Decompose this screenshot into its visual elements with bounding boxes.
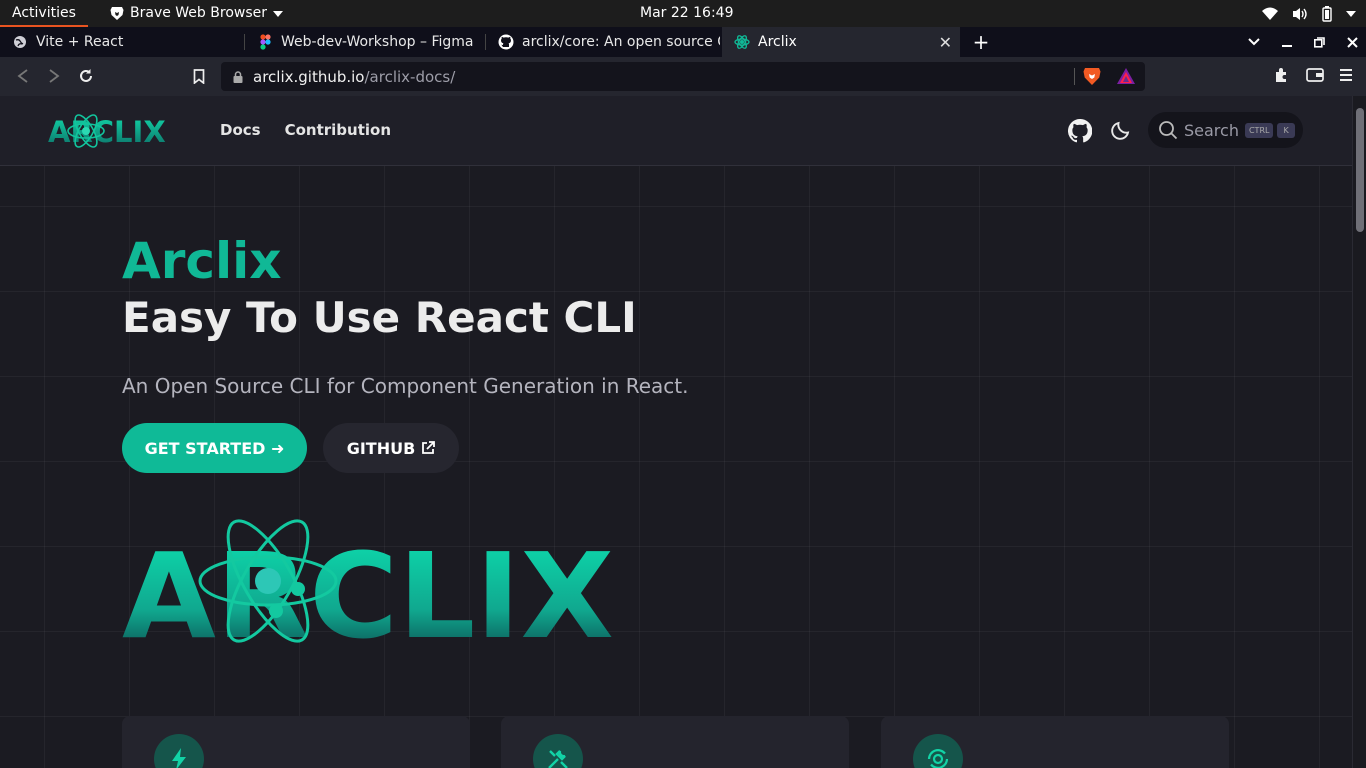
tab-title: Arclix: [758, 34, 797, 50]
reload-icon: [80, 69, 92, 82]
external-link-icon: [422, 441, 436, 454]
hero-logo: ARCLIX: [120, 511, 620, 665]
forward-arrow-icon: [49, 69, 60, 83]
arclix-logo: ARCLIX: [48, 114, 166, 149]
web-page: ARCLIX Docs Contribution Search CTRL K A…: [0, 96, 1366, 768]
toolbar-extensions: [1274, 67, 1352, 83]
close-window-icon[interactable]: [1347, 36, 1358, 48]
url-domain: arclix.github.io: [253, 67, 365, 86]
tools-icon: [533, 734, 583, 768]
system-clock[interactable]: Mar 22 16:49: [640, 0, 733, 27]
feature-card: [501, 716, 849, 768]
search-icon: [1159, 121, 1178, 140]
brave-shields-icon[interactable]: [1083, 67, 1101, 86]
address-bar[interactable]: arclix.github.io/arclix-docs/: [221, 62, 1145, 91]
globe-icon: [12, 34, 28, 50]
cycle-gear-icon: [913, 734, 963, 768]
minimize-icon[interactable]: [1282, 37, 1292, 47]
kbd-k: K: [1277, 122, 1295, 138]
search-button[interactable]: Search CTRL K: [1148, 112, 1303, 148]
github-icon: [498, 34, 514, 50]
reload-button[interactable]: [77, 67, 95, 85]
dark-mode-moon-icon[interactable]: [1110, 119, 1132, 141]
new-tab-button[interactable]: +: [970, 27, 992, 57]
github-button-label: GITHUB: [346, 438, 416, 458]
brave-lion-icon: [110, 7, 124, 20]
brave-rewards-icon[interactable]: [1117, 68, 1135, 84]
bolt-icon: [154, 734, 204, 768]
bookmark-button[interactable]: [190, 67, 208, 85]
extensions-puzzle-icon[interactable]: [1274, 67, 1290, 83]
feature-card: [881, 716, 1229, 768]
url-path: /arclix-docs/: [364, 67, 456, 86]
hero-tagline: Easy To Use React CLI: [122, 293, 637, 342]
system-tray[interactable]: [1262, 0, 1356, 27]
header-icons: [1068, 119, 1132, 143]
tab-title: Vite + React: [36, 34, 124, 50]
wifi-icon: [1262, 7, 1278, 20]
get-started-label: GET STARTED ➜: [144, 438, 285, 458]
window-controls: [1248, 27, 1358, 57]
logo-text: ARCLIX: [48, 115, 166, 149]
tab-arclix-active[interactable]: Arclix ✕: [722, 27, 960, 57]
tab-title: arclix/core: An open source CLI: [522, 34, 720, 50]
system-top-bar: Activities Brave Web Browser Mar 22 16:4…: [0, 0, 1366, 27]
tab-list-chevron-icon[interactable]: [1248, 38, 1260, 46]
browser-toolbar: arclix.github.io/arclix-docs/: [0, 57, 1366, 96]
close-tab-icon[interactable]: ✕: [939, 33, 952, 52]
battery-icon: [1322, 5, 1332, 22]
search-label: Search: [1184, 120, 1239, 140]
hero-subtitle: An Open Source CLI for Component Generat…: [122, 374, 689, 398]
forward-button[interactable]: [45, 67, 63, 85]
menu-hamburger-icon[interactable]: [1340, 69, 1352, 81]
arclix-favicon: [734, 34, 750, 50]
back-button[interactable]: [14, 67, 32, 85]
site-header: ARCLIX Docs Contribution Search CTRL K: [0, 96, 1352, 166]
address-divider: [1074, 68, 1075, 85]
activities-button[interactable]: Activities: [0, 0, 88, 27]
feature-card: [122, 716, 470, 768]
kbd-ctrl: CTRL: [1244, 122, 1274, 138]
app-menu-label: Brave Web Browser: [130, 5, 267, 21]
nav-contribution-link[interactable]: Contribution: [285, 121, 391, 139]
large-logo-text: ARCLIX: [122, 527, 614, 651]
site-nav: Docs Contribution: [220, 121, 391, 139]
nav-docs-link[interactable]: Docs: [220, 121, 261, 139]
tab-figma[interactable]: Web-dev-Workshop – Figma: [245, 27, 483, 57]
arclix-large-logo: ARCLIX: [122, 519, 614, 665]
github-button[interactable]: GITHUB: [323, 423, 459, 473]
tab-github-arclix-core[interactable]: arclix/core: An open source CLI: [486, 27, 720, 57]
app-menu[interactable]: Brave Web Browser: [110, 0, 283, 27]
scrollbar-thumb[interactable]: [1356, 108, 1364, 232]
chevron-down-icon: [273, 10, 283, 17]
wallet-icon[interactable]: [1306, 68, 1324, 82]
site-logo[interactable]: ARCLIX: [48, 111, 182, 155]
tab-title: Web-dev-Workshop – Figma: [281, 34, 474, 50]
get-started-button[interactable]: GET STARTED ➜: [122, 423, 307, 473]
bookmark-icon: [193, 68, 205, 84]
restore-icon[interactable]: [1314, 36, 1325, 48]
tab-vite-react[interactable]: Vite + React: [0, 27, 240, 57]
github-icon[interactable]: [1068, 119, 1092, 143]
system-menu-chevron-icon: [1346, 10, 1356, 17]
figma-icon: [257, 34, 273, 50]
page-scrollbar[interactable]: [1352, 96, 1366, 768]
browser-tab-strip: Vite + React Web-dev-Workshop – Figma ar…: [0, 27, 1366, 57]
volume-icon: [1293, 7, 1307, 20]
hero-title: Arclix: [122, 232, 282, 290]
back-arrow-icon: [17, 69, 28, 83]
lock-icon: [233, 70, 243, 83]
